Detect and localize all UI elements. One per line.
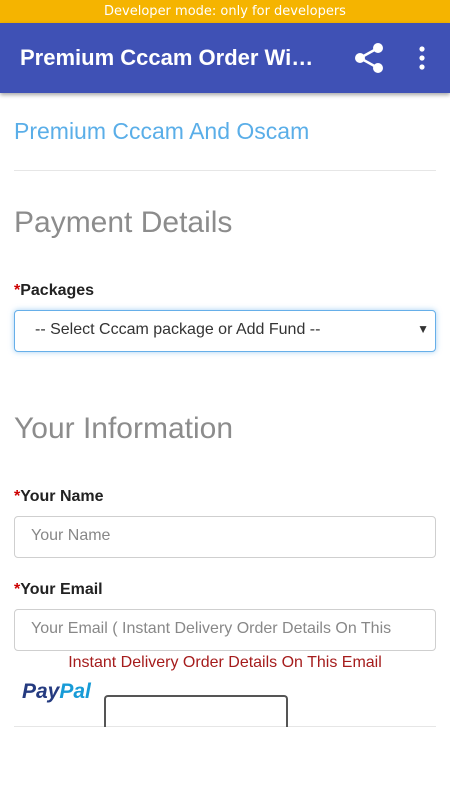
- dropdown-arrow-icon: ▼: [417, 322, 429, 336]
- app-title: Premium Cccam Order Wi…: [20, 45, 314, 70]
- paypal-logo-part1: Pay: [22, 680, 60, 703]
- name-input[interactable]: Your Name: [14, 516, 436, 558]
- email-label: *Your Email: [14, 581, 103, 599]
- developer-mode-banner: Developer mode: only for developers: [0, 0, 450, 23]
- app-bar: Premium Cccam Order Wi…: [0, 23, 450, 93]
- packages-select-value: -- Select Cccam package or Add Fund --: [35, 321, 321, 338]
- name-label: *Your Name: [14, 488, 104, 506]
- email-label-text: Your Email: [20, 581, 103, 598]
- packages-label: *Packages: [14, 282, 94, 300]
- name-placeholder: Your Name: [31, 527, 111, 544]
- more-vert-icon[interactable]: [410, 42, 434, 74]
- packages-label-text: Packages: [20, 282, 95, 299]
- your-information-heading: Your Information: [14, 412, 234, 445]
- payment-details-heading: Payment Details: [14, 206, 233, 239]
- paypal-logo[interactable]: PayPal: [22, 680, 91, 704]
- divider: [14, 170, 436, 171]
- email-placeholder: Your Email ( Instant Delivery Order Deta…: [31, 620, 392, 637]
- name-label-text: Your Name: [20, 488, 104, 505]
- paypal-logo-part2: Pal: [59, 680, 91, 703]
- email-input[interactable]: Your Email ( Instant Delivery Order Deta…: [14, 609, 436, 651]
- paypal-button[interactable]: [104, 695, 288, 727]
- share-icon[interactable]: [352, 42, 388, 74]
- email-hint: Instant Delivery Order Details On This E…: [68, 654, 382, 671]
- packages-select[interactable]: -- Select Cccam package or Add Fund -- ▼: [14, 310, 436, 352]
- site-title[interactable]: Premium Cccam And Oscam: [14, 118, 309, 145]
